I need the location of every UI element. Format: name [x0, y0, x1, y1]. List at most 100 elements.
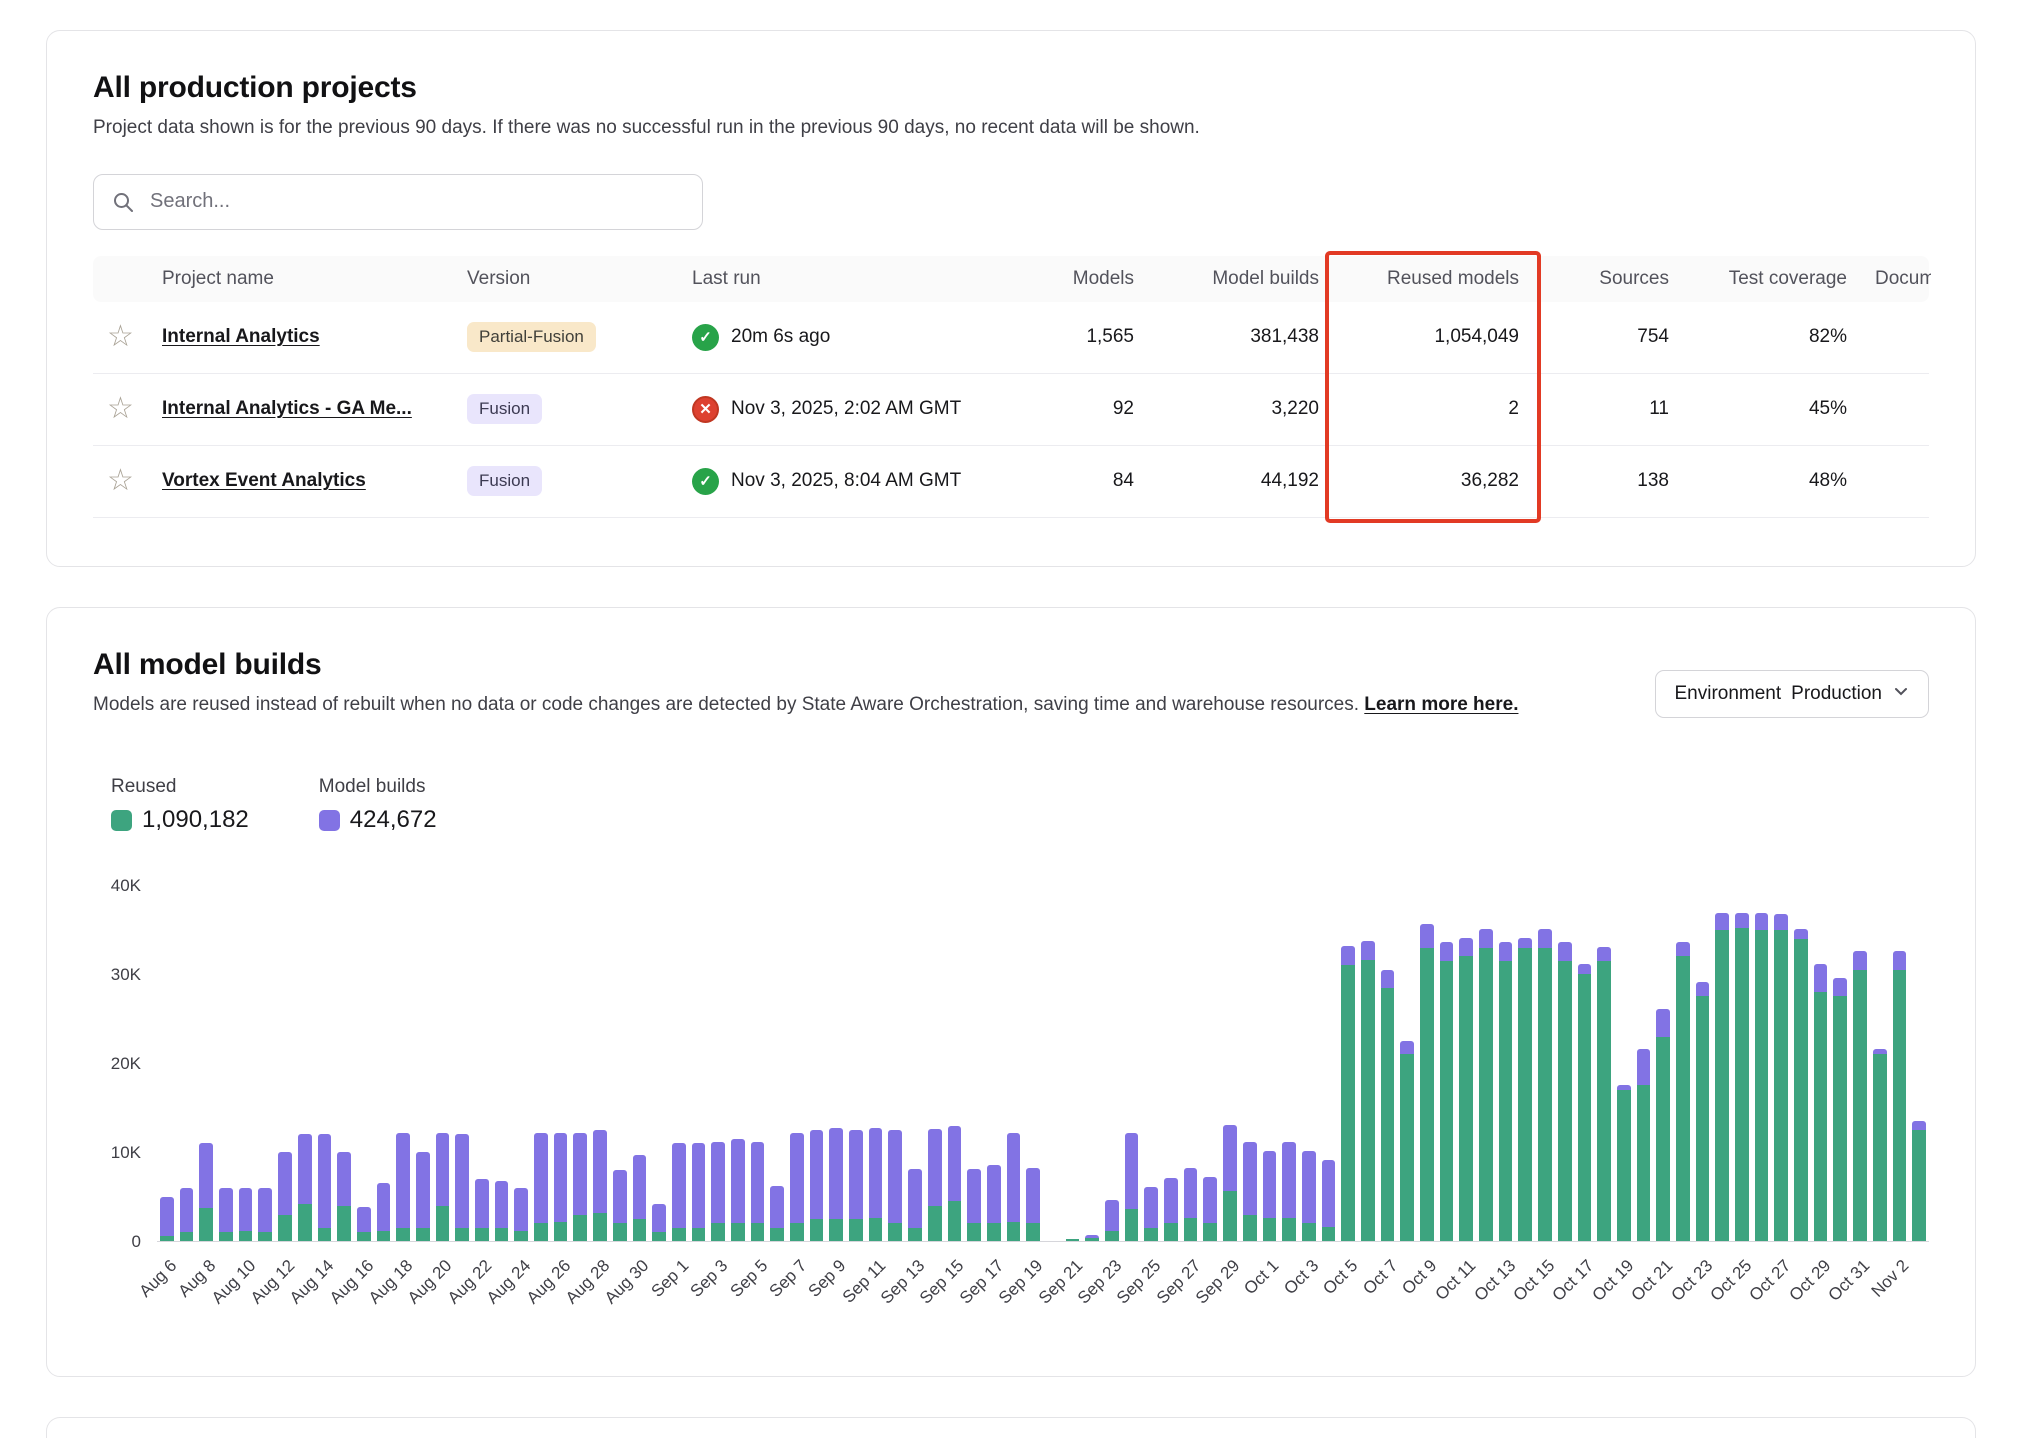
bar-nov-3[interactable] — [1912, 1121, 1926, 1241]
bar-aug-27[interactable] — [573, 1133, 587, 1242]
bar-sep-11[interactable] — [869, 1128, 883, 1241]
bar-oct-31[interactable] — [1853, 951, 1867, 1241]
bar-sep-12[interactable] — [888, 1130, 902, 1241]
bar-oct-13[interactable] — [1499, 942, 1513, 1241]
bar-aug-6[interactable] — [160, 1197, 174, 1241]
environment-select[interactable]: Environment Production — [1655, 670, 1929, 718]
bar-sep-6[interactable] — [770, 1186, 784, 1241]
bar-oct-12[interactable] — [1479, 929, 1493, 1241]
bar-aug-26[interactable] — [554, 1133, 568, 1242]
bar-sep-9[interactable] — [829, 1128, 843, 1241]
bar-aug-25[interactable] — [534, 1133, 548, 1242]
next-card-edge — [46, 1417, 1976, 1438]
bar-aug-13[interactable] — [298, 1134, 312, 1241]
bar-sep-1[interactable] — [672, 1143, 686, 1241]
bar-sep-27[interactable] — [1184, 1168, 1198, 1241]
bar-sep-3[interactable] — [711, 1142, 725, 1242]
favorite-star-icon[interactable]: ☆ — [107, 394, 134, 424]
bar-oct-3[interactable] — [1302, 1151, 1316, 1241]
bar-aug-9[interactable] — [219, 1188, 233, 1241]
bar-nov-2[interactable] — [1893, 951, 1907, 1241]
bar-sep-4[interactable] — [731, 1139, 745, 1241]
bar-aug-15[interactable] — [337, 1152, 351, 1241]
bar-nov-1[interactable] — [1873, 1049, 1887, 1241]
bar-aug-18[interactable] — [396, 1133, 410, 1241]
project-name-link[interactable]: Internal Analytics — [162, 326, 320, 347]
bar-sep-17[interactable] — [987, 1165, 1001, 1241]
bar-sep-10[interactable] — [849, 1130, 863, 1241]
bar-oct-8[interactable] — [1400, 1041, 1414, 1241]
bar-oct-26[interactable] — [1755, 913, 1769, 1241]
bar-aug-22[interactable] — [475, 1179, 489, 1241]
project-name-link[interactable]: Internal Analytics - GA Me... — [162, 398, 412, 419]
bar-aug-19[interactable] — [416, 1152, 430, 1241]
bar-oct-1[interactable] — [1263, 1151, 1277, 1242]
bar-sep-28[interactable] — [1203, 1177, 1217, 1241]
bar-oct-21[interactable] — [1656, 1009, 1670, 1241]
bar-sep-15[interactable] — [948, 1126, 962, 1242]
bar-oct-4[interactable] — [1322, 1160, 1336, 1241]
bar-oct-9[interactable] — [1420, 924, 1434, 1241]
search-input[interactable] — [93, 174, 703, 230]
bar-oct-6[interactable] — [1361, 941, 1375, 1241]
bar-aug-7[interactable] — [180, 1188, 194, 1241]
bar-aug-24[interactable] — [514, 1188, 528, 1241]
bar-oct-28[interactable] — [1794, 929, 1808, 1241]
bar-oct-16[interactable] — [1558, 942, 1572, 1241]
bar-oct-17[interactable] — [1578, 964, 1592, 1241]
bar-oct-30[interactable] — [1833, 978, 1847, 1241]
bar-oct-5[interactable] — [1341, 946, 1355, 1241]
bar-sep-18[interactable] — [1007, 1133, 1021, 1242]
bar-aug-8[interactable] — [199, 1143, 213, 1241]
bar-sep-24[interactable] — [1125, 1133, 1139, 1242]
bar-sep-7[interactable] — [790, 1133, 804, 1242]
bar-oct-7[interactable] — [1381, 970, 1395, 1241]
bar-oct-2[interactable] — [1282, 1142, 1296, 1242]
bar-sep-23[interactable] — [1105, 1200, 1119, 1241]
bar-sep-14[interactable] — [928, 1129, 942, 1241]
learn-more-link[interactable]: Learn more here. — [1364, 694, 1518, 715]
bar-aug-29[interactable] — [613, 1170, 627, 1241]
bar-oct-23[interactable] — [1696, 982, 1710, 1241]
project-name-link[interactable]: Vortex Event Analytics — [162, 470, 366, 491]
bar-oct-14[interactable] — [1518, 938, 1532, 1241]
bar-sep-22[interactable] — [1085, 1235, 1099, 1241]
bar-sep-30[interactable] — [1243, 1142, 1257, 1241]
bar-oct-22[interactable] — [1676, 942, 1690, 1241]
favorite-star-icon[interactable]: ☆ — [107, 322, 134, 352]
bar-aug-16[interactable] — [357, 1207, 371, 1241]
bar-oct-18[interactable] — [1597, 947, 1611, 1241]
bar-aug-11[interactable] — [258, 1188, 272, 1241]
bar-oct-19[interactable] — [1617, 1085, 1631, 1242]
bar-sep-13[interactable] — [908, 1169, 922, 1241]
bar-aug-17[interactable] — [377, 1183, 391, 1241]
bar-aug-28[interactable] — [593, 1130, 607, 1241]
bar-oct-29[interactable] — [1814, 964, 1828, 1241]
bar-oct-11[interactable] — [1459, 938, 1473, 1241]
bar-oct-24[interactable] — [1715, 913, 1729, 1241]
bar-sep-16[interactable] — [967, 1169, 981, 1241]
bar-oct-20[interactable] — [1637, 1049, 1651, 1241]
bar-oct-27[interactable] — [1774, 914, 1788, 1242]
bar-sep-8[interactable] — [810, 1130, 824, 1241]
bar-aug-10[interactable] — [239, 1188, 253, 1241]
bar-sep-5[interactable] — [751, 1142, 765, 1242]
bar-sep-26[interactable] — [1164, 1178, 1178, 1241]
bar-sep-29[interactable] — [1223, 1125, 1237, 1242]
bar-sep-2[interactable] — [692, 1143, 706, 1242]
bar-sep-25[interactable] — [1144, 1187, 1158, 1241]
bar-oct-15[interactable] — [1538, 929, 1552, 1241]
bar-sep-21[interactable] — [1066, 1239, 1080, 1242]
favorite-star-icon[interactable]: ☆ — [107, 466, 134, 496]
bar-aug-30[interactable] — [633, 1155, 647, 1241]
bar-aug-20[interactable] — [436, 1133, 450, 1242]
bar-oct-25[interactable] — [1735, 913, 1749, 1241]
bar-aug-21[interactable] — [455, 1134, 469, 1241]
bar-aug-12[interactable] — [278, 1152, 292, 1241]
bar-oct-10[interactable] — [1440, 942, 1454, 1241]
bar-aug-31[interactable] — [652, 1204, 666, 1241]
bar-aug-23[interactable] — [495, 1181, 509, 1241]
search-box[interactable] — [93, 174, 703, 230]
bar-sep-19[interactable] — [1026, 1168, 1040, 1241]
bar-aug-14[interactable] — [318, 1134, 332, 1241]
